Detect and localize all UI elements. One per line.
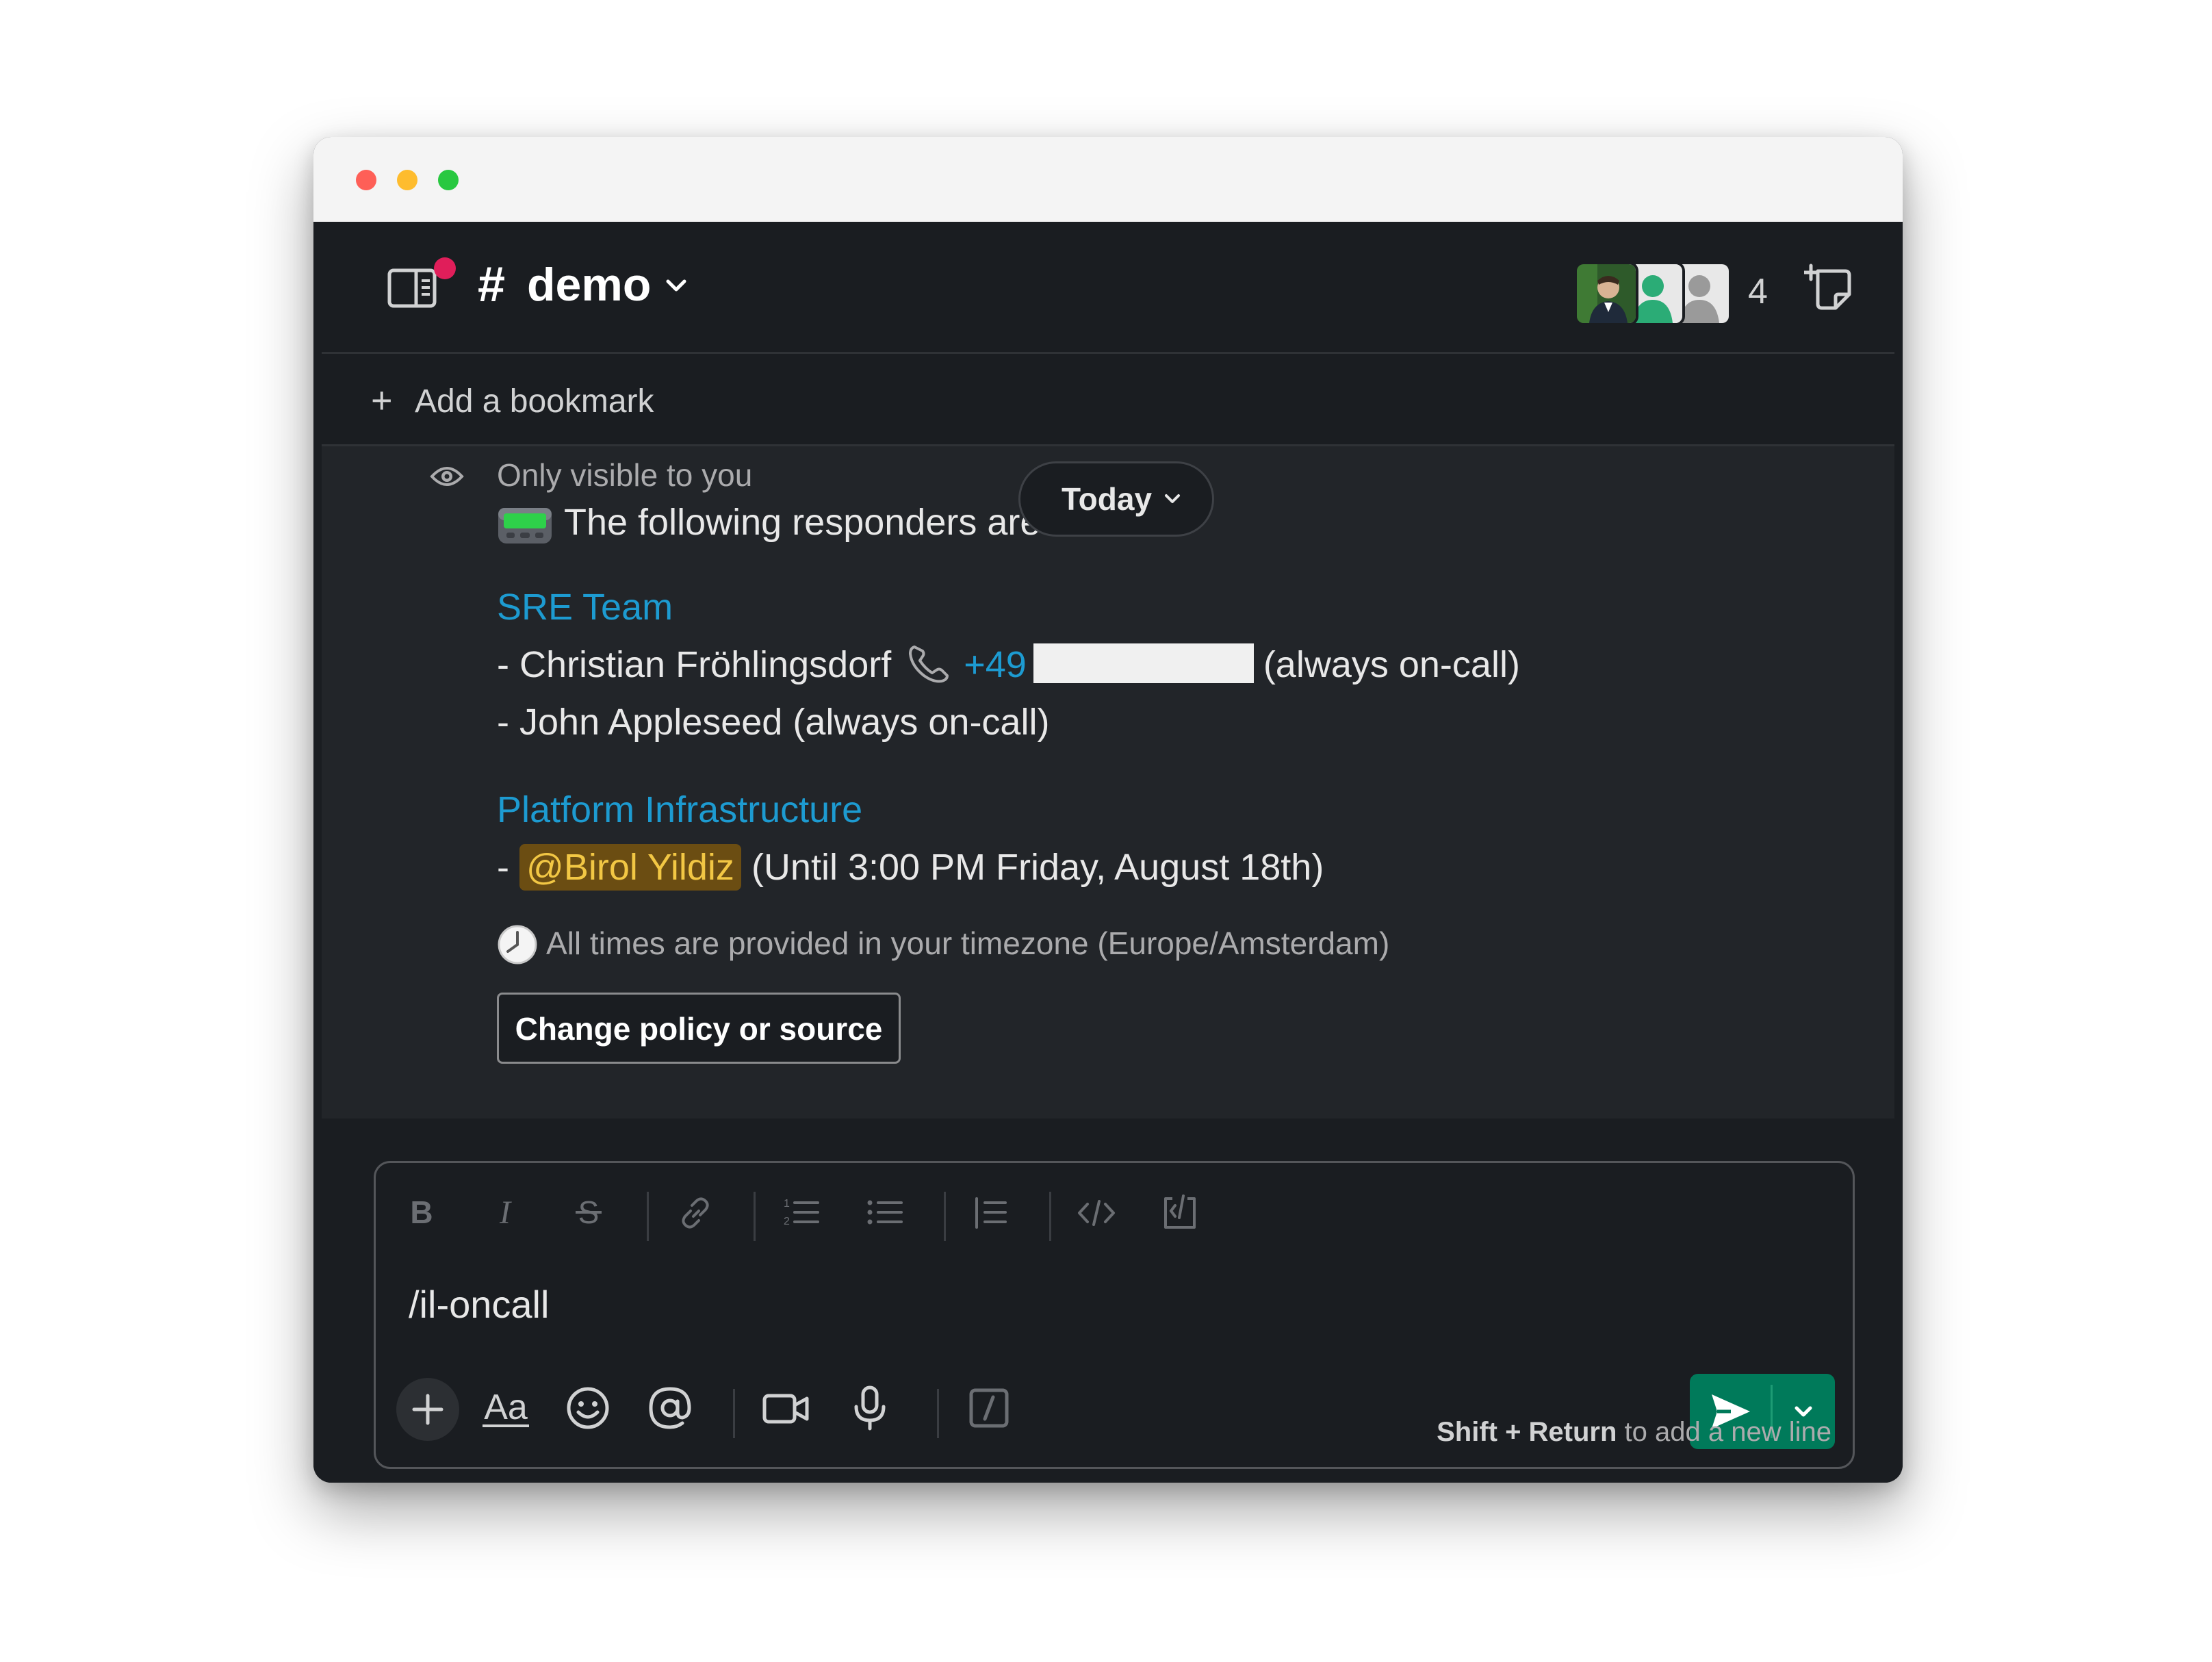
message-input[interactable]: /il-oncall [409, 1281, 549, 1329]
user-mention[interactable]: @Birol Yildiz [519, 844, 741, 891]
toolbar-divider [733, 1389, 735, 1438]
group-title-link[interactable]: SRE Team [497, 583, 673, 631]
pager-icon [498, 508, 552, 544]
member-count[interactable]: 4 [1748, 264, 1768, 319]
list-prefix: - [497, 644, 519, 685]
availability-note: (always on-call) [1263, 644, 1520, 685]
channel-header: # demo 4 [322, 222, 1894, 354]
blockquote-icon[interactable] [968, 1192, 1011, 1234]
ordered-list-icon[interactable]: 1 2 [780, 1192, 822, 1234]
phone-icon [909, 645, 949, 683]
video-icon[interactable] [759, 1381, 814, 1435]
responder-line: - @Birol Yildiz (Until 3:00 PM Friday, A… [497, 843, 1324, 891]
slack-app: # demo 4 + Add a bookmark Only visible t… [313, 222, 1903, 1483]
svg-text:2: 2 [784, 1216, 790, 1227]
bookmark-bar: + Add a bookmark [322, 354, 1894, 446]
visibility-note: Only visible to you [497, 457, 753, 493]
bulleted-list-icon[interactable] [863, 1192, 905, 1234]
toolbar-divider [647, 1192, 649, 1241]
responder-line: - John Appleseed (always on-call) [497, 698, 1049, 746]
minimize-window-button[interactable] [397, 170, 417, 190]
toolbar-divider [1049, 1192, 1051, 1241]
change-policy-button[interactable]: Change policy or source [497, 993, 901, 1064]
notification-badge [434, 257, 456, 279]
responder-line: - Christian Fröhlingsdorf +49 (always on-… [497, 641, 1520, 689]
availability-note: (always on-call) [793, 702, 1050, 743]
plus-icon[interactable] [400, 1382, 455, 1437]
canvas-icon[interactable] [1804, 263, 1853, 315]
phone-number-link[interactable]: +49 [964, 644, 1027, 685]
list-prefix: - [497, 702, 519, 743]
toolbar-divider [944, 1192, 946, 1241]
sidebar-toggle-icon[interactable] [387, 268, 438, 308]
link-icon[interactable] [674, 1192, 717, 1234]
toolbar-divider [754, 1192, 756, 1241]
clock-icon [498, 925, 537, 964]
responder-name: John Appleseed [519, 702, 783, 743]
italic-icon[interactable]: I [484, 1192, 526, 1234]
slash-command-icon[interactable] [962, 1381, 1016, 1435]
text-format-icon[interactable]: Aa [478, 1381, 533, 1435]
svg-text:1: 1 [784, 1198, 790, 1210]
availability-note: (Until 3:00 PM Friday, August 18th) [751, 847, 1324, 888]
responder-name: Christian Fröhlingsdorf [519, 644, 892, 685]
channel-name-button[interactable]: demo [527, 257, 651, 312]
hint-keys: Shift + Return [1437, 1417, 1617, 1447]
hint-text: to add a new line [1617, 1417, 1831, 1447]
date-divider-button[interactable]: Today [1018, 461, 1214, 537]
svg-text:Aa: Aa [484, 1388, 528, 1427]
svg-text:I: I [499, 1194, 512, 1231]
close-window-button[interactable] [356, 170, 376, 190]
chevron-down-icon[interactable] [664, 275, 689, 296]
redacted-phone-digits [1033, 643, 1254, 683]
emoji-icon[interactable] [561, 1381, 615, 1435]
microphone-icon[interactable] [843, 1381, 897, 1435]
app-window: # demo 4 + Add a bookmark Only visible t… [313, 137, 1903, 1483]
avatar [1574, 261, 1638, 326]
timezone-note: All times are provided in your timezone … [546, 925, 1390, 961]
toolbar-divider [937, 1389, 939, 1438]
list-prefix: - [497, 847, 519, 888]
strikethrough-icon[interactable]: S [567, 1192, 610, 1234]
bold-icon[interactable]: B [400, 1192, 443, 1234]
zoom-window-button[interactable] [438, 170, 459, 190]
code-icon[interactable] [1075, 1192, 1118, 1234]
chevron-down-icon [1165, 494, 1180, 503]
code-block-icon[interactable] [1159, 1192, 1201, 1234]
svg-text:B: B [410, 1194, 433, 1230]
date-divider-label: Today [1062, 481, 1153, 517]
group-title-link[interactable]: Platform Infrastructure [497, 786, 862, 834]
change-policy-label: Change policy or source [515, 1011, 883, 1047]
add-bookmark-button[interactable]: Add a bookmark [415, 381, 654, 422]
plus-icon[interactable]: + [371, 380, 393, 421]
message-pane: Only visible to you Today The following … [322, 446, 1894, 1118]
composer-hint: Shift + Return to add a new line [1437, 1413, 1831, 1451]
channel-hash-icon: # [478, 257, 506, 312]
eye-icon [430, 467, 464, 486]
mention-icon[interactable] [643, 1381, 697, 1435]
title-bar [313, 137, 1903, 222]
